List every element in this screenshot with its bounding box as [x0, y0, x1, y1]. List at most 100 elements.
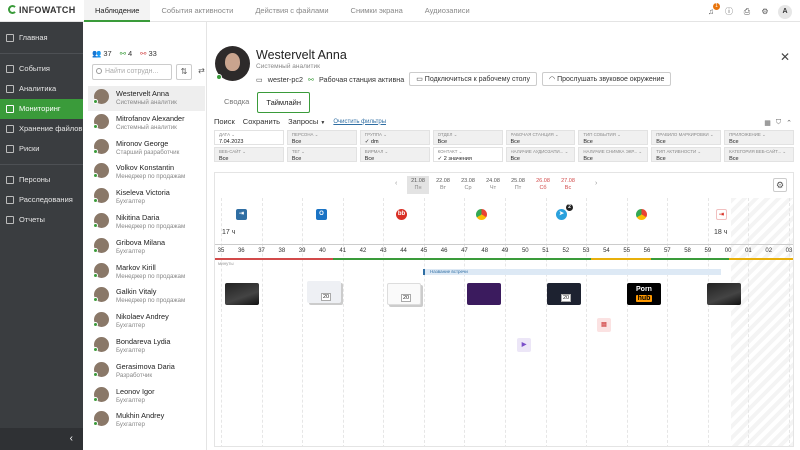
day-of-week: Вс	[564, 185, 572, 191]
list-item[interactable]: Gerasimova Daria Разработчик	[88, 359, 205, 384]
chevron-up-icon[interactable]: ⌃	[786, 119, 792, 127]
filter-field[interactable]: Тип активности ⌄ Все	[651, 147, 722, 162]
sidebar-item-file-storage[interactable]: Хранение файлов	[0, 119, 83, 139]
chevron-left-icon[interactable]: ‹	[395, 180, 397, 187]
tab-screenshots[interactable]: Снимки экрана	[340, 0, 414, 22]
screenshot-thumb[interactable]	[225, 283, 259, 305]
tab-summary[interactable]: Сводка	[216, 92, 257, 113]
filter-field[interactable]: Отдел ⌄ Все	[432, 130, 503, 145]
save-button[interactable]: Сохранить	[243, 117, 280, 126]
grid-icon[interactable]: ▦	[764, 119, 771, 127]
clear-filters-link[interactable]: Очистить фильтры	[333, 119, 386, 125]
list-item[interactable]: Westervelt Anna Системный аналитик	[88, 86, 205, 111]
sort-button[interactable]: ⇅	[176, 64, 192, 80]
logout-icon[interactable]: ⇥	[716, 209, 727, 220]
close-icon[interactable]: ✕	[780, 50, 790, 64]
list-item[interactable]: Markov Kirill Менеджер по продажам	[88, 260, 205, 285]
filter-field[interactable]: Правило маркировки ⌄ Все	[651, 130, 722, 145]
list-item[interactable]: Gribova Milana Бухгалтер	[88, 235, 205, 260]
sidebar-item-analytics[interactable]: Аналитика	[0, 79, 83, 99]
collapse-nav-button[interactable]: ‹	[0, 428, 83, 450]
sidebar-item-monitoring[interactable]: Мониторинг	[0, 99, 83, 119]
search-input[interactable]: Найти сотрудн...	[92, 64, 172, 80]
list-item[interactable]: Nikolaev Andrey Бухгалтер	[88, 309, 205, 334]
chrome-icon[interactable]	[476, 209, 487, 220]
day-button[interactable]: 26.08 Сб	[532, 176, 554, 194]
sidebar-item-home[interactable]: Главная	[0, 28, 83, 48]
tab-file-actions[interactable]: Действия с файлами	[244, 0, 339, 22]
outlook-icon[interactable]: O	[316, 209, 327, 220]
filter-icon[interactable]: ⛉	[776, 119, 781, 127]
meeting-bar[interactable]: Название встречи	[423, 269, 721, 275]
chrome-icon[interactable]	[636, 209, 647, 220]
filter-field[interactable]: Тег ⌄ Все	[286, 147, 357, 162]
info-icon[interactable]: ⓘ	[724, 7, 734, 17]
filter-field[interactable]: Приложение ⌄ Все	[724, 130, 794, 145]
day-button[interactable]: 24.08 Чт	[482, 176, 504, 194]
tab-activity-events[interactable]: События активности	[150, 0, 244, 22]
sidebar-item-persons[interactable]: Персоны	[0, 170, 83, 190]
filter-field[interactable]: Тип события ⌄ Все	[578, 130, 649, 145]
telegram-icon[interactable]: ➤	[556, 209, 567, 220]
filter-field[interactable]: Контакт ⌄ ✓ 2 значения	[432, 147, 503, 162]
sidebar-item-events[interactable]: События	[0, 59, 83, 79]
tick-label: 35	[217, 248, 225, 254]
filter-value: Все	[291, 156, 302, 162]
filter-field[interactable]: Вирмал ⌄ Все	[359, 147, 430, 162]
bell-icon[interactable]: ♫ 1	[706, 3, 720, 17]
tab-audio[interactable]: Аудиозаписи	[414, 0, 481, 22]
sidebar-item-risks[interactable]: Риски	[0, 139, 83, 159]
divider	[0, 53, 83, 54]
list-item[interactable]: Bondareva Lydia Бухгалтер	[88, 334, 205, 359]
filter-field[interactable]: Категория веб-сайт... ⌄ Все	[724, 147, 794, 162]
queries-dropdown[interactable]: Запросы ▼	[288, 117, 325, 126]
list-item[interactable]: Mukhin Andrey Бухгалтер	[88, 408, 205, 433]
day-button[interactable]: 21.08 Пн	[407, 176, 429, 194]
list-item[interactable]: Volkov Konstantin Менеджер по продажам	[88, 160, 205, 185]
video-event-icon[interactable]: ▶	[517, 338, 531, 352]
search-button[interactable]: Поиск	[214, 117, 235, 126]
tab-observation[interactable]: Наблюдение	[84, 0, 151, 22]
filter-field[interactable]: Персона ⌄ Все	[286, 130, 357, 145]
list-item[interactable]: Nikitina Daria Менеджер по продажам	[88, 210, 205, 235]
filter-field[interactable]: Веб-сайт ⌄ Все	[214, 147, 284, 162]
list-item[interactable]: Leonov Igor Бухгалтер	[88, 384, 205, 409]
connect-desktop-button[interactable]: ▭ Подключиться к рабочему столу	[409, 72, 537, 86]
filter-button[interactable]: ⇄	[196, 64, 207, 80]
day-button[interactable]: 25.08 Пт	[507, 176, 529, 194]
screenshot-thumb[interactable]: Porn hub	[627, 283, 661, 305]
filter-field[interactable]: Наличие аудиозапи... ⌄ Все	[505, 147, 576, 162]
listen-audio-button[interactable]: ◠ Прослушать звуковое окружение	[542, 72, 672, 86]
file-event-icon[interactable]: ▤	[597, 318, 611, 332]
day-button[interactable]: 22.08 Вт	[432, 176, 454, 194]
gear-icon[interactable]: ⚙	[760, 7, 770, 17]
avatar[interactable]: A	[778, 5, 792, 19]
filter-field[interactable]: Дата ⌄ 7.04.2023	[214, 130, 284, 145]
filter-label: Дата ⌄	[219, 132, 235, 137]
divider	[0, 164, 83, 165]
day-date: 21.08	[411, 178, 425, 184]
day-button[interactable]: 23.08 Ср	[457, 176, 479, 194]
list-item[interactable]: Kiseleva Victoria Бухгалтер	[88, 185, 205, 210]
day-button[interactable]: 27.08 Вс	[557, 176, 579, 194]
list-item[interactable]: Mironov George Старший разработчик	[88, 136, 205, 161]
list-item[interactable]: Galkin Vitaly Менеджер по продажам	[88, 284, 205, 309]
filter-value: Все	[729, 139, 739, 145]
person-role: Менеджер по продажам	[116, 173, 186, 181]
filter-field[interactable]: Рабочая станция ⌄ Все	[505, 130, 576, 145]
chevron-right-icon[interactable]: ›	[595, 180, 597, 187]
app-red-icon[interactable]: bb	[396, 209, 407, 220]
sidebar-item-reports[interactable]: Отчеты	[0, 210, 83, 230]
filter-field[interactable]: Группа ⌄ ✓ dm	[359, 130, 430, 145]
plugin-icon[interactable]: ⎙	[742, 7, 752, 17]
filter-field[interactable]: Наличие снимка экр... ⌄ Все	[578, 147, 649, 162]
tick-label: 57	[663, 248, 671, 254]
sidebar-item-investigations[interactable]: Расследования	[0, 190, 83, 210]
screenshot-thumb[interactable]	[707, 283, 741, 305]
list-item[interactable]: Mitrofanov Alexander Системный аналитик	[88, 111, 205, 136]
gridline	[464, 198, 466, 446]
timeline-settings-icon[interactable]: ⚙	[773, 178, 787, 192]
login-icon[interactable]: ⇥	[236, 209, 247, 220]
screenshot-thumb[interactable]	[467, 283, 501, 305]
tab-timeline[interactable]: Таймлайн	[257, 92, 310, 113]
